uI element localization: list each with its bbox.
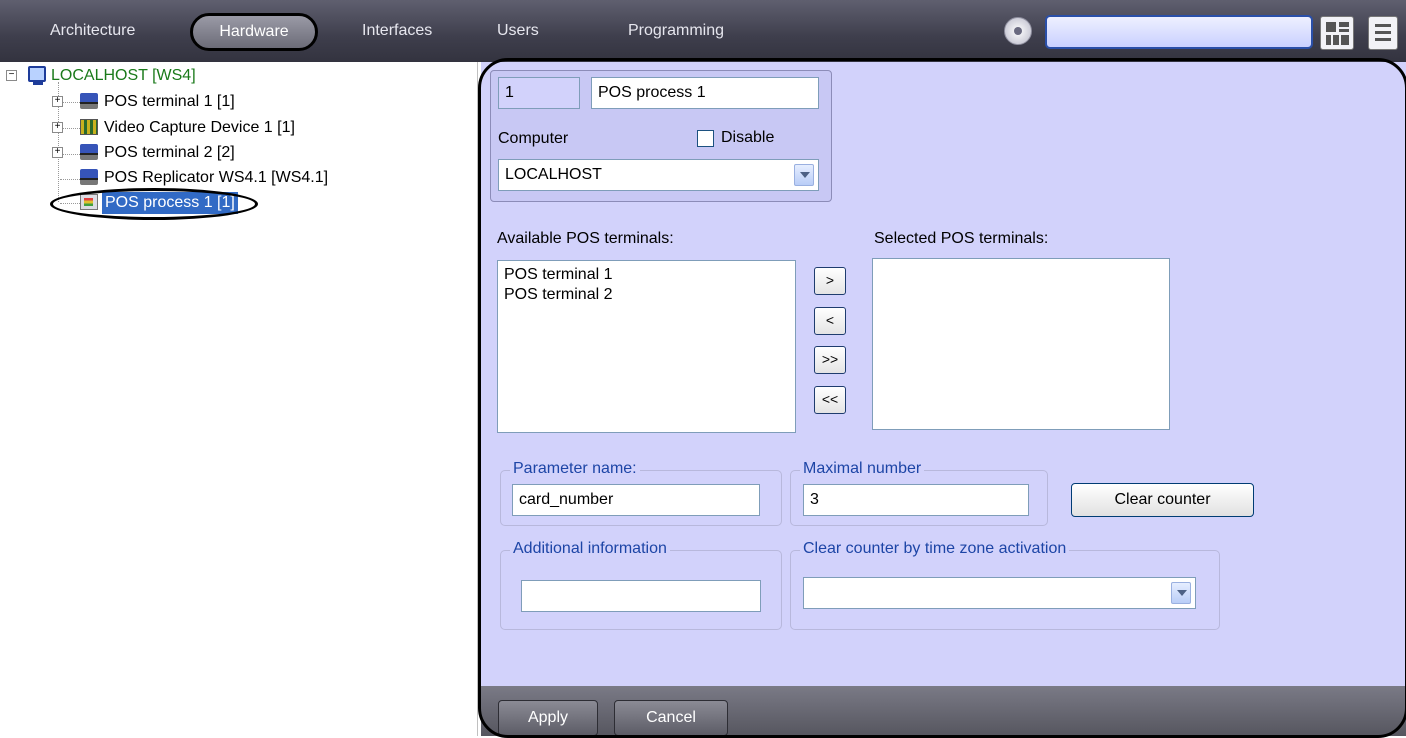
settings-wheel-icon[interactable] [1004,17,1032,45]
pos-terminal-icon [80,93,98,109]
tree-item-label: POS terminal 2 [2] [104,144,235,161]
video-capture-icon [80,119,98,135]
parameter-name-field[interactable]: card_number [512,484,760,516]
hardware-tree: − LOCALHOST [WS4] + POS terminal 1 [1] +… [0,62,478,736]
expand-icon[interactable]: + [52,122,63,133]
tree-item-label: Video Capture Device 1 [1] [104,119,295,136]
object-name-field[interactable]: POS process 1 [591,77,819,109]
chevron-down-icon[interactable] [794,164,814,186]
tab-hardware[interactable]: Hardware [190,13,318,51]
tree-item-label: POS Replicator WS4.1 [WS4.1] [104,169,329,186]
tab-users[interactable]: Users [497,22,539,40]
search-input[interactable] [1045,15,1313,49]
list-item[interactable]: POS terminal 2 [504,285,789,305]
pos-terminal-icon [80,169,98,185]
highlight-oval [50,188,258,220]
maximal-number-title: Maximal number [800,460,925,478]
disable-checkbox[interactable] [697,130,714,147]
computer-icon [28,66,46,85]
chevron-down-icon[interactable] [1171,582,1191,604]
expand-icon[interactable]: + [52,147,63,158]
computer-select[interactable]: LOCALHOST [498,159,819,191]
available-terminals-label: Available POS terminals: [497,230,674,247]
collapse-icon[interactable]: − [6,70,17,81]
object-id-field[interactable]: 1 [498,77,580,109]
list-item[interactable]: POS terminal 1 [504,265,789,285]
selected-terminals-label: Selected POS terminals: [874,230,1049,247]
layout-grid-icon[interactable] [1320,16,1354,50]
move-right-button[interactable]: > [814,267,846,295]
computer-label: Computer [498,130,569,147]
selected-terminals-list[interactable] [872,258,1170,430]
tree-root-label: LOCALHOST [WS4] [51,67,196,84]
top-navigation-bar: Architecture Hardware Interfaces Users P… [0,0,1406,62]
apply-button[interactable]: Apply [498,700,598,736]
move-all-right-button[interactable]: >> [814,346,846,374]
move-all-left-button[interactable]: << [814,386,846,414]
pos-terminal-icon [80,144,98,160]
cancel-button[interactable]: Cancel [614,700,728,736]
tab-programming[interactable]: Programming [628,22,724,40]
additional-info-title: Additional information [510,540,670,558]
time-zone-select[interactable] [803,577,1196,609]
move-left-button[interactable]: < [814,307,846,335]
tab-architecture[interactable]: Architecture [50,22,135,40]
maximal-number-field[interactable]: 3 [803,484,1029,516]
expand-icon[interactable]: + [52,96,63,107]
tab-interfaces[interactable]: Interfaces [362,22,432,40]
menu-icon[interactable] [1368,16,1398,50]
parameter-name-title: Parameter name: [510,460,640,478]
available-terminals-list[interactable]: POS terminal 1 POS terminal 2 [497,260,796,433]
clear-counter-button[interactable]: Clear counter [1071,483,1254,517]
disable-label: Disable [721,129,775,146]
tree-item-label: POS terminal 1 [1] [104,93,235,110]
additional-info-field[interactable] [521,580,761,612]
clear-timezone-title: Clear counter by time zone activation [800,540,1070,558]
